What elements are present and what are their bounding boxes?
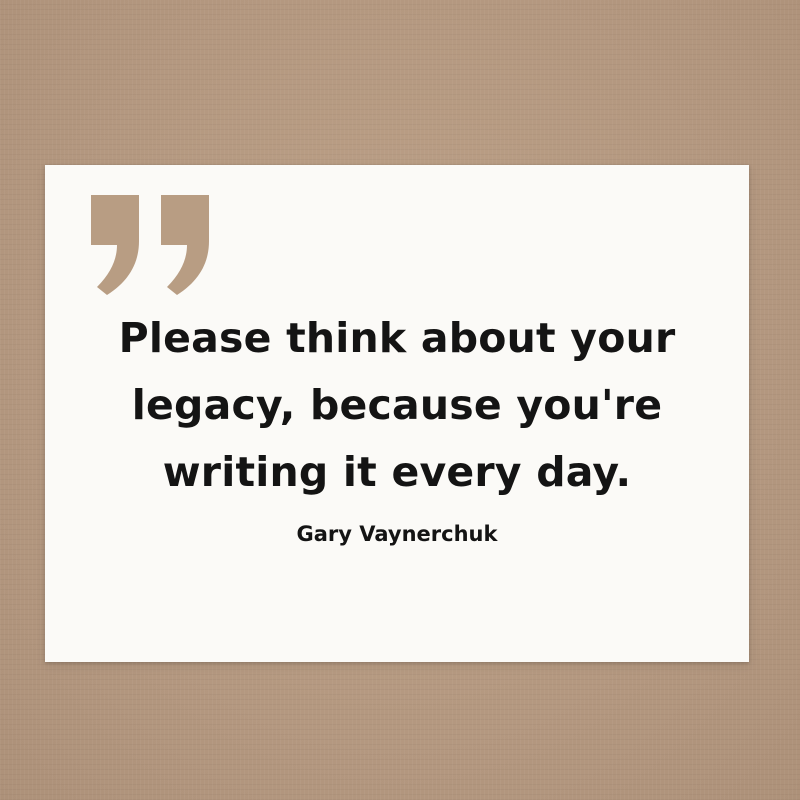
- quote-text: Please think about your legacy, because …: [45, 305, 749, 506]
- quote-line: legacy, because you're: [131, 381, 663, 429]
- quote-author: Gary Vaynerchuk: [296, 522, 498, 546]
- quote-line: Please think about your: [118, 314, 676, 362]
- quote-card: Please think about your legacy, because …: [45, 165, 749, 662]
- closing-quote-icon: [91, 195, 209, 295]
- quote-line: writing it every day.: [162, 448, 632, 496]
